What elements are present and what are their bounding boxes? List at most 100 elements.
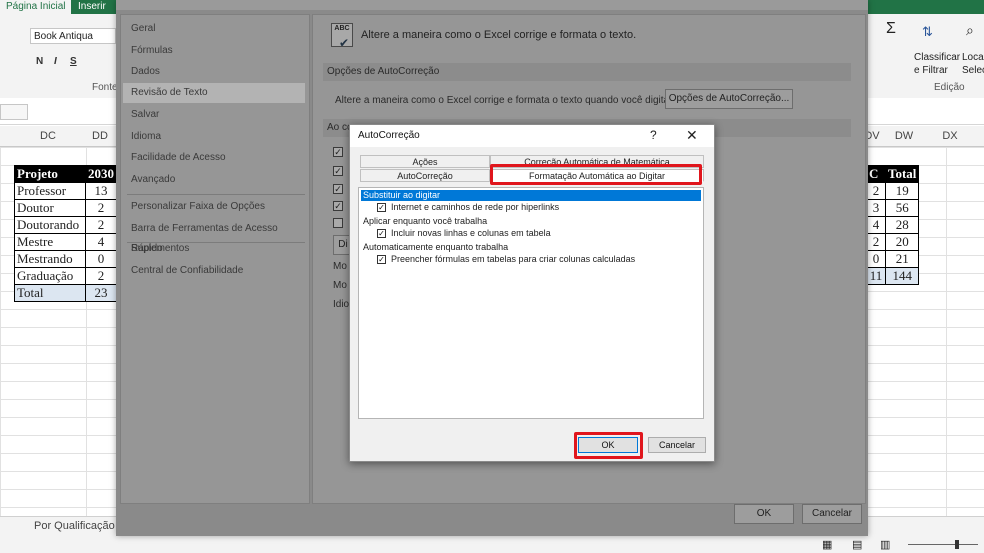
dialog-cancel-button[interactable]: Cancelar [648,437,706,453]
table-header-cell[interactable]: 2030 [85,165,117,183]
table-cell[interactable]: 144 [884,267,920,285]
table-cell[interactable]: 2 [866,182,886,200]
rows-cols-checkbox[interactable]: ✓ [377,229,386,238]
table-cell[interactable]: 56 [884,199,920,217]
table-cell[interactable]: 13 [85,182,117,200]
tab-insert[interactable]: Inserir [78,1,106,12]
highlight-box [574,432,643,459]
table-cell[interactable]: 3 [866,199,886,217]
bold-button[interactable]: N [36,56,43,67]
table-cell[interactable]: 28 [884,216,920,234]
nav-item-addins[interactable]: Suplementos [131,239,307,259]
nav-item-language[interactable]: Idioma [131,127,307,147]
column-header[interactable]: DD [80,130,120,142]
table-cell[interactable]: 0 [866,250,886,268]
nav-item-save[interactable]: Salvar [131,105,307,125]
fill-formulas-checkbox[interactable]: ✓ [377,255,386,264]
table-cell[interactable]: Graduação [14,267,86,285]
mode-label: Mo [333,261,347,272]
underline-button[interactable]: S [70,56,77,67]
name-box[interactable] [0,104,28,120]
font-name-box[interactable]: Book Antiqua [30,28,116,44]
table-row: 2 19 [866,182,920,200]
normal-view-icon[interactable]: ▦ [822,538,832,551]
nav-item-customize-ribbon[interactable]: Personalizar Faixa de Opções [131,197,307,217]
sort-filter-label-1[interactable]: Classificar [914,52,960,63]
table-cell[interactable]: Professor [14,182,86,200]
nav-item-accessibility[interactable]: Facilidade de Acesso [131,148,307,168]
nav-item-proofing[interactable]: Revisão de Texto [123,83,305,103]
nav-item-formulas[interactable]: Fórmulas [131,41,307,61]
nav-item-trust-center[interactable]: Central de Confiabilidade [131,261,307,281]
tab-home[interactable]: Página Inicial [0,0,72,14]
table-header-cell[interactable]: Projeto [14,165,86,183]
table-cell[interactable]: 2 [85,216,117,234]
option-checkbox[interactable] [333,218,343,228]
rows-cols-label[interactable]: Incluir novas linhas e colunas em tabela [391,228,551,238]
autosum-icon[interactable]: Σ [886,20,896,38]
fill-formulas-label[interactable]: Preencher fórmulas em tabelas para criar… [391,254,635,264]
option-checkbox[interactable]: ✓ [333,166,343,176]
table-cell[interactable]: 19 [884,182,920,200]
column-header[interactable]: DC [28,130,68,142]
table-cell[interactable]: 4 [85,233,117,251]
nav-item-general[interactable]: Geral [131,19,307,39]
hyperlinks-label[interactable]: Internet e caminhos de rede por hiperlin… [391,202,559,212]
column-header[interactable]: DX [930,130,970,142]
table-row: Doutor 2 [14,199,117,217]
table-cell[interactable]: 2 [866,233,886,251]
table-row: Mestre 4 [14,233,117,251]
help-icon[interactable]: ? [650,128,657,142]
group-apply-as-you-work: Aplicar enquanto você trabalha [363,216,488,226]
table-header-cell[interactable]: Total [884,165,920,183]
zoom-slider-thumb[interactable] [955,540,959,549]
table-cell[interactable]: 2 [85,199,117,217]
find-icon[interactable]: ⌕ [966,22,974,39]
italic-button[interactable]: I [54,56,57,67]
close-icon[interactable]: ✕ [686,127,698,144]
table-cell[interactable]: 2 [85,267,117,285]
sort-filter-label-2[interactable]: e Filtrar [914,65,948,76]
nav-item-advanced[interactable]: Avançado [131,170,307,190]
nav-item-quick-access[interactable]: Barra de Ferramentas de Acesso Rápido [131,219,307,254]
table-cell[interactable]: Mestrando [14,250,86,268]
table-cell[interactable]: Doutor [14,199,86,217]
sheet-tab[interactable]: Por Qualificação [26,517,123,535]
options-title-bar [116,0,868,10]
table-cell[interactable]: 11 [866,267,886,285]
find-select-label-2[interactable]: Selec [962,65,984,76]
group-replace-as-you-type: Substituir ao digitar [361,190,701,201]
option-checkbox[interactable]: ✓ [333,184,343,194]
table-header-cell[interactable]: C [866,165,886,183]
table-row: Projeto 2030 [14,165,117,183]
page-break-icon[interactable]: ▥ [880,538,890,551]
zoom-slider[interactable] [908,544,978,545]
column-header[interactable]: DW [884,130,924,142]
table-cell[interactable]: 4 [866,216,886,234]
autocorrect-options-button[interactable]: Opções de AutoCorreção... [665,89,793,109]
option-checkbox[interactable]: ✓ [333,201,343,211]
nav-item-data[interactable]: Dados [131,62,307,82]
table-cell[interactable]: 0 [85,250,117,268]
dialog-title: AutoCorreção [358,130,420,141]
status-bar: ▦ ▤ ▥ [0,537,984,552]
hyperlinks-checkbox[interactable]: ✓ [377,203,386,212]
tab-autocorrect[interactable]: AutoCorreção [360,169,490,182]
table-cell[interactable]: 23 [85,284,117,302]
table-cell[interactable]: 21 [884,250,920,268]
options-nav: Geral Fórmulas Dados Revisão de Texto Sa… [120,14,310,504]
table-cell[interactable]: 20 [884,233,920,251]
options-cancel-button[interactable]: Cancelar [802,504,862,524]
tab-actions[interactable]: Ações [360,155,490,168]
find-select-label-1[interactable]: Loca [962,52,984,63]
sort-filter-icon[interactable]: ⇅ [922,24,933,40]
option-checkbox[interactable]: ✓ [333,147,343,157]
table-row: Doutorando 2 [14,216,117,234]
table-cell[interactable]: Doutorando [14,216,86,234]
table-cell[interactable]: Total [14,284,86,302]
options-ok-button[interactable]: OK [734,504,794,524]
table-total-row: Total 23 [14,284,117,302]
page-layout-icon[interactable]: ▤ [852,538,862,551]
options-description: Altere a maneira como o Excel corrige e … [361,29,637,41]
table-cell[interactable]: Mestre [14,233,86,251]
